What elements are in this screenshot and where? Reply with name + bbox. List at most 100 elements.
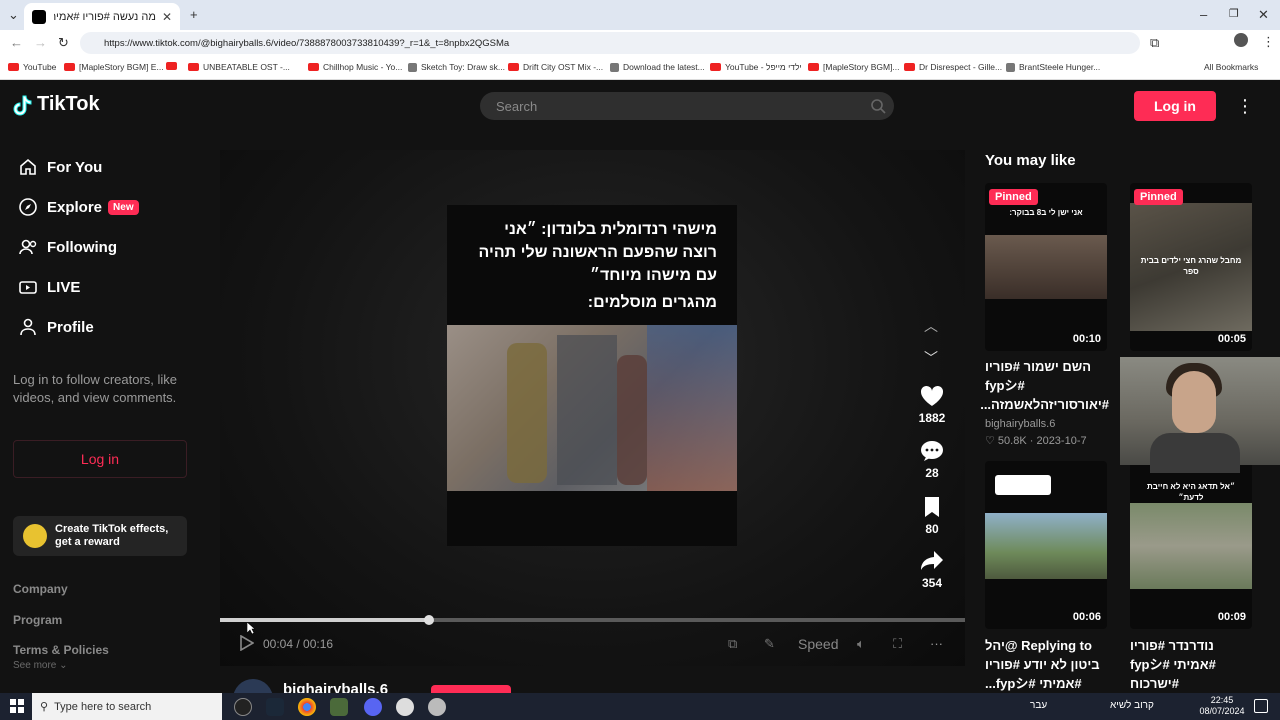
play-icon[interactable] [240,635,254,651]
url-field[interactable]: https://www.tiktok.com/@bighairyballs.6/… [80,32,1140,54]
bookmark-label: YouTube - ילדי מייפל [725,62,802,72]
sidebar-item-for-you[interactable]: For You [18,157,102,177]
share-button[interactable]: 354 [910,550,954,590]
bookmark-item[interactable]: Chillhop Music - Yo... [308,62,402,72]
following-icon [19,239,37,255]
heart-icon [920,385,944,406]
obs-icon[interactable] [234,698,252,716]
minecraft-icon[interactable] [330,698,348,716]
bookmarks-bar: YouTube [MapleStory BGM] E... UNBEATABLE O… [0,56,1280,80]
footer-link-program[interactable]: Program [13,613,62,627]
chrome-menu-icon[interactable]: ⋮ [1262,34,1275,50]
follow-button[interactable] [431,685,511,693]
forward-icon[interactable]: → [34,35,47,50]
video-progress-bar[interactable] [220,615,965,625]
search-input[interactable] [480,92,850,120]
card-description[interactable]: השם ישמור #פוריו #fypシ #יאורסוריזהלאשמזה… [980,357,1109,414]
card-thumbnail [1130,503,1252,589]
bookmark-item[interactable]: Drift City OST Mix -... [508,62,603,72]
extensions-icon[interactable]: ⧉ [1150,35,1159,51]
author-name[interactable]: bighairyballs.6 [283,681,388,693]
all-bookmarks[interactable]: All Bookmarks [1204,62,1258,72]
sidebar-item-explore[interactable]: Explore New [18,197,139,217]
login-button[interactable]: Log in [1134,91,1216,121]
video-progress-handle[interactable] [423,615,434,625]
bookmark-item[interactable]: Sketch Toy: Draw sk... [408,62,505,72]
tab-close-icon[interactable]: ✕ [162,10,172,24]
bookmark-item[interactable]: [MapleStory BGM] E... [64,62,164,72]
maximize-icon[interactable]: ❐ [1229,7,1239,20]
taskbar-clock[interactable]: 22:45 08/07/2024 [1198,695,1246,717]
bookmark-icon [1006,62,1015,72]
previous-video-icon[interactable]: ︿ [924,316,938,336]
taskbar-search-icon: ⚲ [40,701,49,713]
bookmark-item[interactable]: YouTube - ילדי מייפל [710,62,802,72]
profile-icon [20,318,36,336]
webcam-overlay [1120,357,1280,473]
footer-link-company[interactable]: Company [13,582,68,596]
discord-icon[interactable] [364,698,382,716]
fullscreen-icon[interactable]: ⛶ [893,636,902,652]
sidebar-item-following[interactable]: Following [18,237,117,257]
bookmark-item[interactable] [166,62,181,70]
profile-avatar-icon[interactable] [1234,33,1248,47]
bookmark-item[interactable]: YouTube [8,62,56,72]
notifications-icon[interactable] [1254,699,1268,713]
back-icon[interactable]: ← [10,35,23,50]
bookmark-item[interactable]: BrantSteele Hunger... [1006,62,1100,72]
app2-icon[interactable] [428,698,446,716]
recommended-video-card-3[interactable]: 00:06 [985,461,1107,629]
save-button[interactable]: 80 [910,496,954,536]
recommended-video-card-1[interactable]: אני ישן לי ב8 בבוקר: Pinned 00:10 [985,183,1107,351]
card-author[interactable]: bighairyballs.6 [985,418,1055,430]
window-close-icon[interactable]: ✕ [1258,7,1269,23]
live-icon [19,281,37,294]
bookmark-item[interactable]: Download the latest... [610,62,705,72]
card-thumbnail [985,513,1107,579]
recommended-video-card-2[interactable]: מחבל שהרג חצי ילדים בבית ספר Pinned 00:0… [1130,183,1252,351]
sidebar-item-live[interactable]: LIVE [18,277,80,297]
card-description[interactable]: Replying to @יהל ביטון לא יודע #פוריו #א… [985,636,1109,693]
youtube-icon [64,63,75,71]
more-options-video-icon[interactable]: ··· [930,636,943,651]
search-box[interactable] [480,92,894,120]
taskbar-search[interactable]: ⚲ Type here to search [32,693,222,720]
create-effects-banner[interactable]: Create TikTok effects, get a reward [13,516,187,556]
new-tab-icon[interactable]: + [190,7,198,22]
author-avatar[interactable] [233,679,273,693]
sidebar-login-button[interactable]: Log in [13,440,187,478]
chrome-icon[interactable] [298,698,316,716]
see-more-link[interactable]: See more ⌄ [13,660,68,671]
bookmark-item[interactable]: Dr Disrespect - Gille... [904,62,1002,72]
reload-icon[interactable]: ↻ [58,35,69,51]
like-button[interactable]: 1882 [910,385,954,425]
next-video-icon[interactable]: ﹀ [924,348,938,368]
windows-start-icon[interactable] [10,699,24,713]
autoscroll-off-icon[interactable]: ✎ [764,636,775,652]
sidebar-item-profile[interactable]: Profile [18,317,94,337]
steam-icon[interactable] [266,698,284,716]
bookmark-label: [MapleStory BGM]... [823,62,900,72]
tab-list-icon[interactable]: ⌄ [8,7,19,23]
card-description[interactable]: נודרנדר #פוריו #אמיתי #fypシ #ישרכוח #חרב… [1130,636,1254,693]
home-icon [20,158,36,175]
tray-language[interactable]: עבר [1030,700,1047,711]
youtube-icon [308,63,319,71]
minimize-icon[interactable]: – [1200,7,1207,22]
footer-link-terms[interactable]: Terms & Policies [13,643,109,657]
app-icon[interactable] [396,698,414,716]
miniplayer-icon[interactable]: ⧉ [728,636,737,652]
comment-button[interactable]: 28 [910,440,954,480]
more-options-icon[interactable]: ⋮ [1236,97,1254,115]
speed-button[interactable]: Speed [798,636,838,652]
volume-icon[interactable]: 🔈︎ [857,636,865,652]
video-player[interactable]: מישהי רנדומלית בלונדון: ״אני רוצה שהפעם … [220,150,965,666]
tiktok-logo[interactable]: TikTok [13,93,100,116]
recommended-video-card-4[interactable]: ״אל תדאג היא לא חייבת לדעת״ 00:09 [1130,461,1252,629]
browser-tab-active[interactable]: מה נעשה #פוריו #אמיתי 🙏 ✕ [24,3,180,30]
bookmark-item[interactable]: [MapleStory BGM]... [808,62,900,72]
youtube-icon [166,62,177,70]
search-icon[interactable] [870,98,886,114]
like-count: 1882 [918,411,946,425]
bookmark-item[interactable]: UNBEATABLE OST -... [188,62,290,72]
